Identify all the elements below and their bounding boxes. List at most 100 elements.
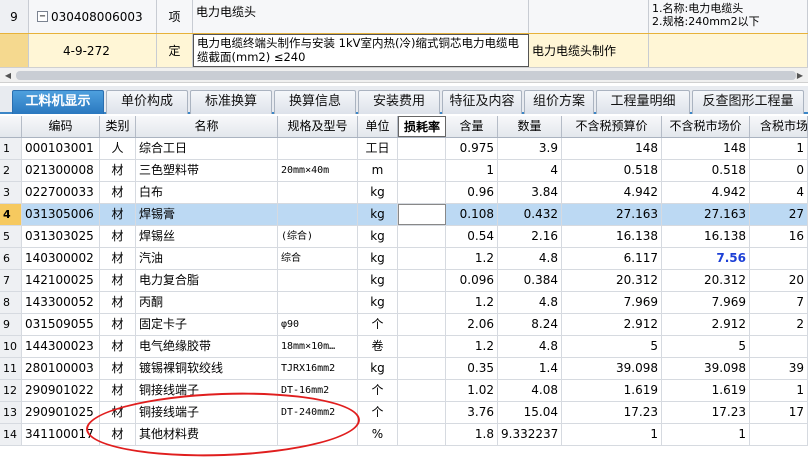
material-name[interactable]: 汽油 [136, 248, 278, 269]
material-loss-rate[interactable] [398, 336, 446, 357]
material-category[interactable]: 材 [100, 226, 136, 247]
material-content[interactable]: 2.06 [446, 314, 498, 335]
tab-installation-cost[interactable]: 安装费用 [358, 90, 440, 114]
material-loss-rate[interactable] [398, 138, 446, 159]
material-name[interactable]: 铜接线端子 [136, 402, 278, 423]
material-code[interactable]: 140300002 [22, 248, 100, 269]
collapse-toggle-icon[interactable]: − [37, 11, 48, 22]
material-tax-market-price[interactable]: 7 [750, 292, 808, 313]
material-name[interactable]: 焊锡膏 [136, 204, 278, 225]
table-row[interactable]: 8 143300052 材丙酮 kg 1.2 4.8 7.969 7.969 7 [0, 292, 808, 314]
material-quantity[interactable]: 1.4 [498, 358, 562, 379]
material-market-price[interactable]: 0.518 [662, 160, 750, 181]
item-name[interactable]: 电力电缆头 [193, 0, 529, 33]
material-quantity[interactable]: 4.8 [498, 336, 562, 357]
material-name[interactable]: 丙酮 [136, 292, 278, 313]
material-code[interactable]: 290901025 [22, 402, 100, 423]
table-row[interactable]: 12 290901022 材铜接线端子 DT-16mm2 个 1.02 4.08 1.619 1… [0, 380, 808, 402]
material-quantity[interactable]: 9.332237 [498, 424, 562, 445]
material-unit[interactable]: 个 [358, 402, 398, 423]
scroll-left-icon[interactable]: ◀ [2, 69, 14, 82]
material-spec[interactable]: (综合) [278, 226, 358, 247]
material-unit[interactable]: kg [358, 270, 398, 291]
material-content[interactable]: 0.096 [446, 270, 498, 291]
material-name[interactable]: 其他材料费 [136, 424, 278, 445]
material-unit[interactable]: 个 [358, 380, 398, 401]
material-spec[interactable] [278, 424, 358, 445]
material-code[interactable]: 000103001 [22, 138, 100, 159]
material-market-price[interactable]: 20.312 [662, 270, 750, 291]
material-code[interactable]: 022700033 [22, 182, 100, 203]
material-content[interactable]: 1.2 [446, 336, 498, 357]
material-unit[interactable]: kg [358, 226, 398, 247]
tab-quantity-detail[interactable]: 工程量明细 [596, 90, 690, 114]
material-spec[interactable]: 18mm×10m… [278, 336, 358, 357]
material-category[interactable]: 材 [100, 160, 136, 181]
material-loss-rate[interactable] [398, 424, 446, 445]
material-spec[interactable] [278, 292, 358, 313]
col-header-loss-rate[interactable]: 损耗率 [398, 116, 446, 137]
material-quantity[interactable]: 0.384 [498, 270, 562, 291]
material-code[interactable]: 142100025 [22, 270, 100, 291]
material-unit[interactable]: kg [358, 292, 398, 313]
material-tax-market-price[interactable]: 16 [750, 226, 808, 247]
material-unit[interactable]: 个 [358, 314, 398, 335]
material-unit[interactable]: 卷 [358, 336, 398, 357]
material-market-price[interactable]: 5 [662, 336, 750, 357]
material-spec[interactable]: DT-240mm2 [278, 402, 358, 423]
table-row[interactable]: 4 031305006 材焊锡膏 kg 0.108 0.432 27.163 27.163 27 [0, 204, 808, 226]
material-code[interactable]: 280100003 [22, 358, 100, 379]
material-budget-price[interactable]: 27.163 [562, 204, 662, 225]
material-name[interactable]: 综合工日 [136, 138, 278, 159]
material-spec[interactable]: DT-16mm2 [278, 380, 358, 401]
material-spec[interactable] [278, 182, 358, 203]
material-quantity[interactable]: 15.04 [498, 402, 562, 423]
material-tax-market-price[interactable]: 2 [750, 314, 808, 335]
col-header-budget-price[interactable]: 不含税预算价 [562, 116, 662, 137]
material-spec[interactable] [278, 270, 358, 291]
scroll-thumb[interactable] [16, 71, 796, 80]
material-loss-rate[interactable] [398, 358, 446, 379]
material-unit[interactable]: % [358, 424, 398, 445]
material-tax-market-price[interactable]: 39 [750, 358, 808, 379]
material-market-price[interactable]: 2.912 [662, 314, 750, 335]
material-quantity[interactable]: 3.9 [498, 138, 562, 159]
material-content[interactable]: 0.108 [446, 204, 498, 225]
material-market-price[interactable]: 39.098 [662, 358, 750, 379]
material-category[interactable]: 材 [100, 314, 136, 335]
material-loss-rate[interactable] [398, 380, 446, 401]
material-category[interactable]: 材 [100, 270, 136, 291]
col-header-spec[interactable]: 规格及型号 [278, 116, 358, 137]
table-row[interactable]: 1 000103001 人综合工日 工日 0.975 3.9 148 148 1 [0, 138, 808, 160]
material-budget-price[interactable]: 4.942 [562, 182, 662, 203]
material-category[interactable]: 材 [100, 380, 136, 401]
col-header-name[interactable]: 名称 [136, 116, 278, 137]
material-tax-market-price[interactable]: 20 [750, 270, 808, 291]
material-budget-price[interactable]: 0.518 [562, 160, 662, 181]
material-budget-price[interactable]: 16.138 [562, 226, 662, 247]
material-category[interactable]: 材 [100, 292, 136, 313]
material-market-price[interactable]: 27.163 [662, 204, 750, 225]
material-code[interactable]: 031303025 [22, 226, 100, 247]
quota-code-cell[interactable]: 4-9-272 [29, 34, 157, 67]
material-name[interactable]: 铜接线端子 [136, 380, 278, 401]
material-tax-market-price[interactable] [750, 248, 808, 269]
material-tax-market-price[interactable]: 0 [750, 160, 808, 181]
material-category[interactable]: 材 [100, 182, 136, 203]
material-quantity[interactable]: 4.08 [498, 380, 562, 401]
col-header-category[interactable]: 类别 [100, 116, 136, 137]
material-unit[interactable]: 工日 [358, 138, 398, 159]
material-quantity[interactable]: 4.8 [498, 248, 562, 269]
table-row[interactable]: 13 290901025 材铜接线端子 DT-240mm2 个 3.76 15.04 17.2… [0, 402, 808, 424]
material-category[interactable]: 材 [100, 358, 136, 379]
material-quantity[interactable]: 2.16 [498, 226, 562, 247]
material-unit[interactable]: kg [358, 248, 398, 269]
material-name[interactable]: 镀锡裸铜软绞线 [136, 358, 278, 379]
material-code[interactable]: 341100017 [22, 424, 100, 445]
material-code[interactable]: 143300052 [22, 292, 100, 313]
table-row[interactable]: 2 021300008 材三色塑料带 20mm×40m m 1 4 0.518 0.518 0 [0, 160, 808, 182]
material-budget-price[interactable]: 6.117 [562, 248, 662, 269]
tab-pricing-scheme[interactable]: 组价方案 [524, 90, 594, 114]
material-quantity[interactable]: 8.24 [498, 314, 562, 335]
material-budget-price[interactable]: 20.312 [562, 270, 662, 291]
